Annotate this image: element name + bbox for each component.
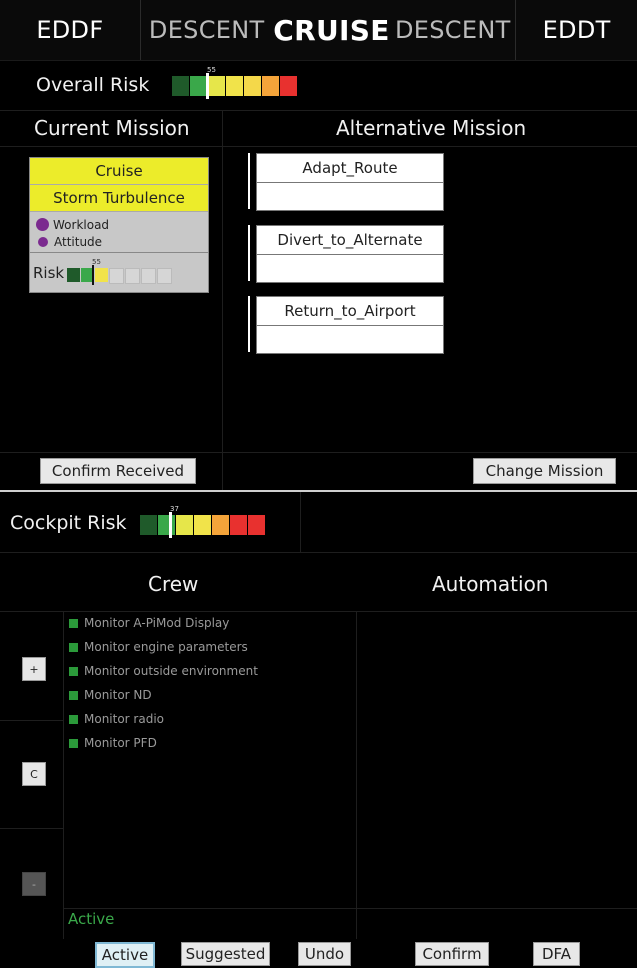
divider [63, 908, 637, 909]
mission-divider [222, 110, 223, 490]
crew-task-list: Monitor A-PiMod Display Monitor engine p… [69, 611, 258, 755]
risk-segment [141, 268, 156, 284]
task-status-icon [69, 738, 78, 748]
overall-risk-bar [172, 76, 298, 96]
risk-segment [212, 515, 229, 535]
alternative-adapt-route[interactable]: Adapt_Route [256, 153, 444, 211]
overall-risk-value: 55 [207, 66, 216, 74]
dfa-button[interactable]: DFA [533, 942, 580, 966]
flight-phase-bar: EDDF DESCENT CRUISE DESCENT EDDT [0, 0, 637, 61]
section-separator [0, 490, 637, 492]
list-item[interactable]: Monitor A-PiMod Display [69, 611, 258, 635]
list-item[interactable]: Monitor outside environment [69, 659, 258, 683]
phase-destination[interactable]: EDDT [516, 0, 637, 60]
card-phase: Cruise [30, 158, 208, 185]
add-button[interactable]: + [22, 657, 46, 681]
card-risk-meter: 55 [67, 258, 173, 285]
active-button[interactable]: Active [95, 942, 155, 968]
list-item[interactable]: Monitor PFD [69, 731, 258, 755]
risk-segment [226, 76, 243, 96]
list-item[interactable]: Monitor radio [69, 707, 258, 731]
alternative-return[interactable]: Return_to_Airport [256, 296, 444, 354]
divider [0, 720, 63, 721]
phase-origin[interactable]: EDDF [0, 0, 141, 60]
confirm-received-button[interactable]: Confirm Received [40, 458, 196, 484]
overall-risk-label: Overall Risk [36, 74, 150, 96]
remove-button[interactable]: - [22, 872, 46, 896]
status-label: Active [68, 910, 115, 928]
task-status-icon [69, 690, 78, 700]
factor-workload-label: Workload [53, 217, 110, 232]
divider [0, 146, 637, 147]
current-mission-card[interactable]: Cruise Storm Turbulence Workload Attitud… [29, 157, 209, 293]
cockpit-risk-marker [169, 512, 172, 538]
phase-current[interactable]: CRUISE [273, 0, 391, 60]
divider [0, 452, 637, 453]
divider [0, 828, 63, 829]
cockpit-risk-value: 37 [170, 505, 179, 513]
risk-segment [230, 515, 247, 535]
factor-workload: Workload [30, 216, 208, 233]
risk-segment [172, 76, 189, 96]
risk-segment [244, 76, 261, 96]
divider [0, 110, 637, 111]
risk-segment [109, 268, 124, 284]
alternative-divert[interactable]: Divert_to_Alternate [256, 225, 444, 283]
risk-segment [208, 76, 225, 96]
risk-segment [194, 515, 211, 535]
suggested-button[interactable]: Suggested [181, 942, 270, 966]
risk-segment [280, 76, 297, 96]
change-mission-button[interactable]: Change Mission [473, 458, 616, 484]
alternative-label: Divert_to_Alternate [257, 226, 443, 255]
divider [0, 552, 637, 553]
card-risk-marker [92, 265, 94, 285]
crew-title: Crew [148, 572, 199, 596]
phase-descent-left[interactable]: DESCENT [141, 0, 273, 60]
automation-title: Automation [432, 572, 549, 596]
task-status-icon [69, 666, 78, 676]
card-risk-value: 55 [92, 258, 101, 266]
attitude-dot-icon [38, 236, 48, 247]
alternative-mission-title: Alternative Mission [336, 116, 527, 140]
undo-button[interactable]: Undo [298, 942, 351, 966]
risk-segment [158, 515, 175, 535]
risk-segment [176, 515, 193, 535]
factor-attitude-label: Attitude [54, 234, 103, 249]
task-status-icon [69, 642, 78, 652]
task-status-icon [69, 714, 78, 724]
workload-dot-icon [36, 218, 49, 231]
cockpit-risk-label: Cockpit Risk [10, 512, 127, 534]
risk-segment [125, 268, 140, 284]
card-risk-label: Risk [33, 264, 65, 282]
list-item[interactable]: Monitor engine parameters [69, 635, 258, 659]
cockpit-risk-bar [140, 515, 266, 535]
risk-segment [140, 515, 157, 535]
divider [356, 611, 357, 939]
phase-descent-right[interactable]: DESCENT [390, 0, 517, 60]
list-item[interactable]: Monitor ND [69, 683, 258, 707]
clear-button[interactable]: C [22, 762, 46, 786]
alternative-label: Return_to_Airport [257, 297, 443, 326]
card-event: Storm Turbulence [30, 185, 208, 212]
confirm-button[interactable]: Confirm [415, 942, 489, 966]
card-risk-bar [67, 268, 173, 284]
current-mission-title: Current Mission [34, 116, 190, 140]
risk-segment [157, 268, 172, 284]
cockpit-risk-meter: 37 [140, 505, 266, 538]
overall-risk-meter: 55 [172, 66, 298, 99]
risk-segment [95, 268, 108, 282]
divider [300, 492, 301, 552]
overall-risk-marker [206, 73, 209, 99]
alternative-label: Adapt_Route [257, 154, 443, 183]
risk-segment [248, 515, 265, 535]
task-status-icon [69, 618, 78, 628]
risk-segment [190, 76, 207, 96]
risk-segment [262, 76, 279, 96]
divider [63, 611, 64, 939]
factor-attitude: Attitude [30, 233, 208, 250]
risk-segment [67, 268, 80, 282]
